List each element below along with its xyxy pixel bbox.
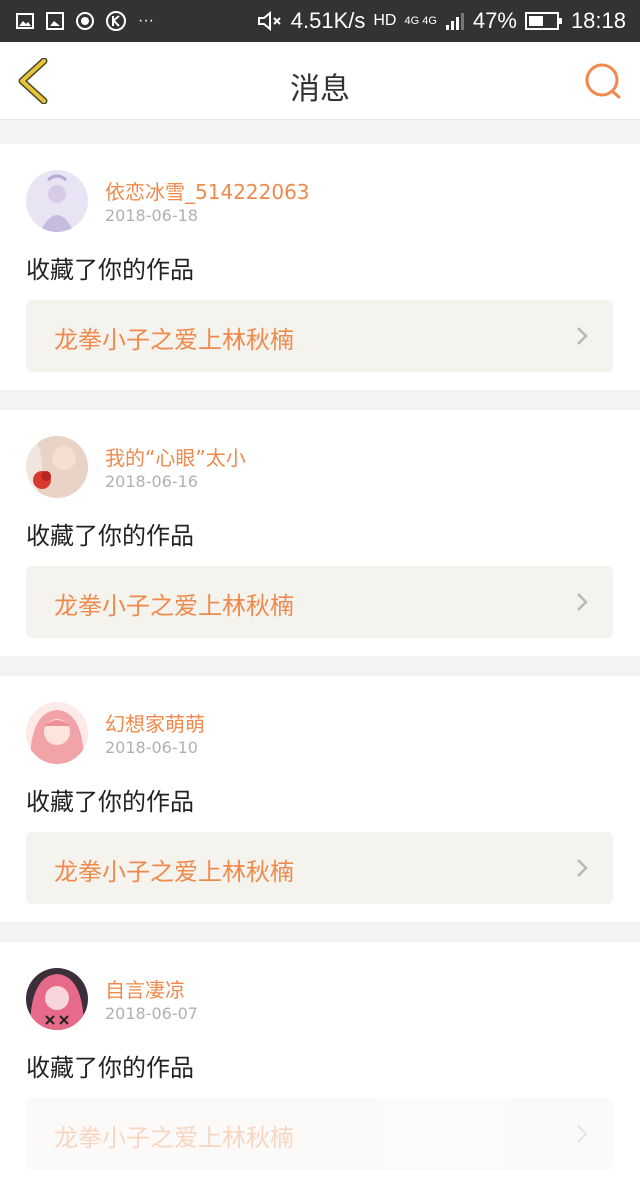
message-action: 收藏了你的作品	[26, 256, 194, 284]
page-title: 消息	[290, 72, 350, 107]
message-list: 依恋冰雪_514222063 2018-06-18 收藏了你的作品 龙拳小子之爱…	[0, 120, 640, 1188]
work-link[interactable]: 龙拳小子之爱上林秋楠	[26, 300, 613, 372]
message-card: 依恋冰雪_514222063 2018-06-18 收藏了你的作品 龙拳小子之爱…	[0, 144, 640, 390]
work-title: 龙拳小子之爱上林秋楠	[54, 592, 294, 620]
username[interactable]: 自言凄凉	[105, 974, 185, 1003]
work-title: 龙拳小子之爱上林秋楠	[54, 326, 294, 354]
record-icon	[76, 12, 94, 30]
message-action: 收藏了你的作品	[26, 522, 194, 550]
username[interactable]: 我的“心眼”太小	[105, 442, 246, 471]
more-notifications-icon: ···	[138, 12, 154, 29]
work-title: 龙拳小子之爱上林秋楠	[54, 858, 294, 886]
message-action: 收藏了你的作品	[26, 1054, 194, 1082]
gallery-icon	[16, 13, 34, 29]
avatar[interactable]	[26, 170, 88, 232]
work-link[interactable]: 龙拳小子之爱上林秋楠	[26, 1098, 613, 1170]
battery-percent: 47%	[472, 8, 517, 33]
message-action: 收藏了你的作品	[26, 788, 194, 816]
image-icon	[46, 12, 64, 30]
battery-icon	[524, 12, 562, 30]
avatar[interactable]	[26, 436, 88, 498]
chevron-right-icon	[577, 593, 588, 611]
message-date: 2018-06-16	[105, 472, 198, 491]
message-card: 我的“心眼”太小 2018-06-16 收藏了你的作品 龙拳小子之爱上林秋楠	[0, 410, 640, 656]
message-card: 幻想家萌萌 2018-06-10 收藏了你的作品 龙拳小子之爱上林秋楠	[0, 676, 640, 922]
work-title: 龙拳小子之爱上林秋楠	[54, 1124, 294, 1152]
username[interactable]: 依恋冰雪_514222063	[105, 176, 310, 205]
chevron-right-icon	[577, 327, 588, 345]
avatar[interactable]	[26, 968, 88, 1030]
network-type: 4G 4G	[404, 15, 437, 27]
mute-icon	[257, 10, 281, 32]
message-date: 2018-06-18	[105, 206, 198, 225]
message-date: 2018-06-10	[105, 738, 198, 757]
search-icon[interactable]	[584, 62, 624, 102]
status-bar: ··· 4.51K/s HD 4G 4G 47% 18:18	[0, 0, 640, 42]
username[interactable]: 幻想家萌萌	[105, 708, 205, 737]
work-link[interactable]: 龙拳小子之爱上林秋楠	[26, 566, 613, 638]
k-app-icon	[106, 11, 126, 31]
hd-indicator: HD	[373, 12, 397, 29]
app-header: 消息	[0, 42, 640, 120]
avatar[interactable]	[26, 702, 88, 764]
clock: 18:18	[570, 8, 626, 33]
message-card: 自言凄凉 2018-06-07 收藏了你的作品 龙拳小子之爱上林秋楠	[0, 942, 640, 1188]
net-speed: 4.51K/s	[290, 8, 366, 33]
chevron-right-icon	[577, 1125, 588, 1143]
chevron-right-icon	[577, 859, 588, 877]
message-date: 2018-06-07	[105, 1004, 198, 1023]
signal-icon	[445, 13, 464, 30]
work-link[interactable]: 龙拳小子之爱上林秋楠	[26, 832, 613, 904]
